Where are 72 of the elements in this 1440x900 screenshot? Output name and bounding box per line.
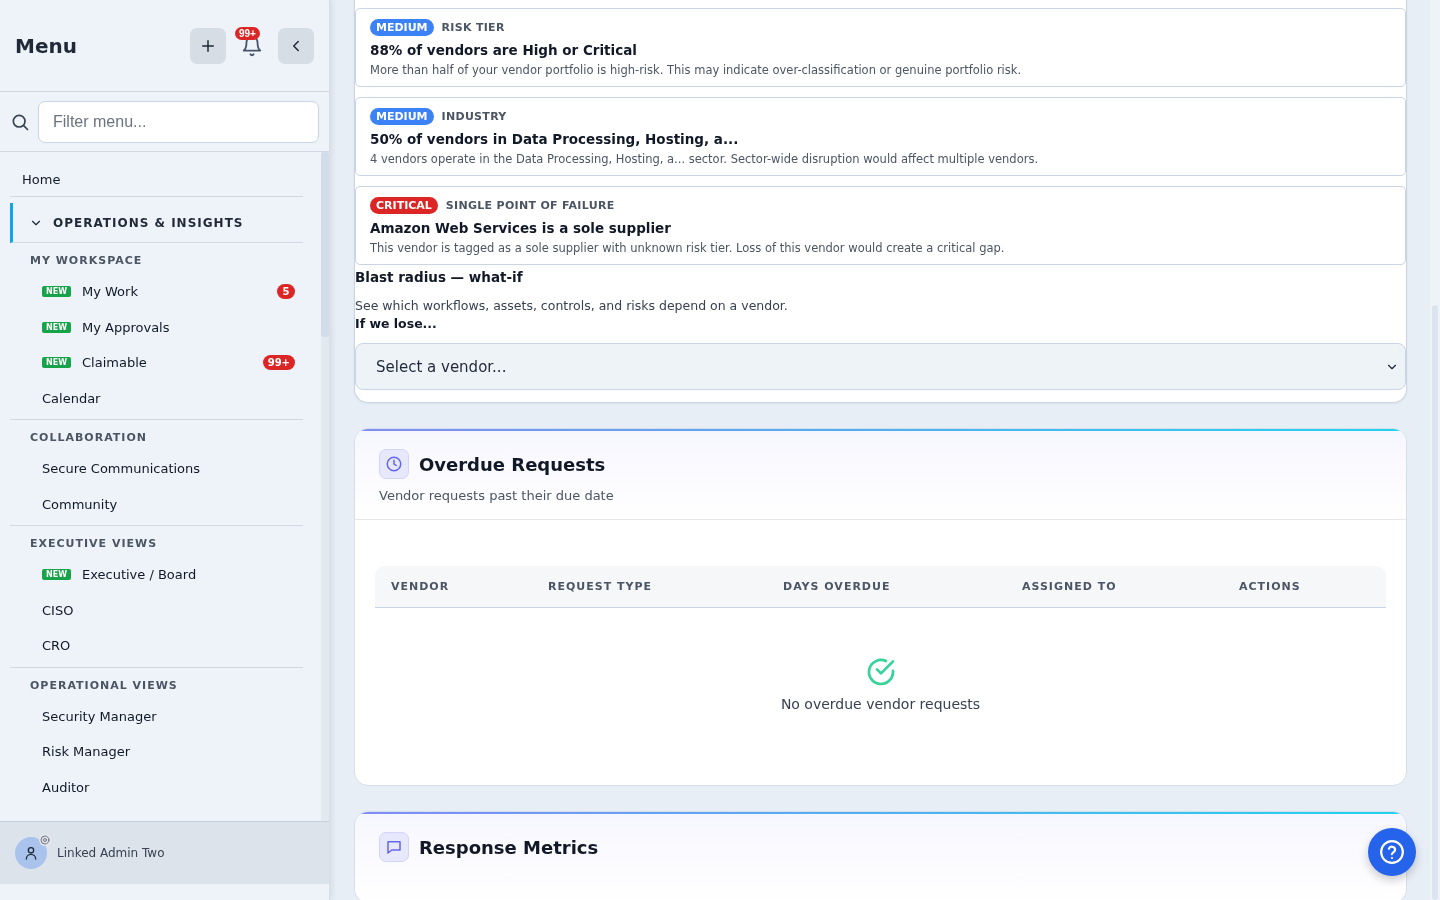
- insight-title: 50% of vendors in Data Processing, Hosting, a...: [370, 131, 740, 147]
- column-header: REQUEST TYPE: [548, 580, 654, 593]
- insight-category: INDUSTRY: [441, 110, 507, 123]
- clock-icon: [379, 449, 409, 479]
- nav-item[interactable]: Risk Manager: [10, 734, 303, 770]
- menu-title: Menu: [15, 33, 77, 58]
- column-header: ACTIONS: [1239, 580, 1302, 593]
- nav-item-label: Community: [42, 496, 119, 512]
- nav-item[interactable]: Secure Communications: [10, 451, 303, 487]
- scrollbar[interactable]: [321, 152, 329, 821]
- section-heading: COLLABORATION: [29, 430, 148, 446]
- user-name: Linked Admin Two: [57, 846, 165, 860]
- nav-item[interactable]: NEW Claimable 99+: [10, 345, 303, 381]
- section-description: See which workflows, assets, controls, and risks depend on a vendor.: [355, 298, 789, 313]
- nav-item[interactable]: NEW My Work 5: [10, 274, 303, 310]
- nav-item[interactable]: CISO: [10, 592, 303, 628]
- nav-item[interactable]: Auditor: [10, 769, 303, 805]
- nav-item[interactable]: Calendar: [10, 380, 303, 416]
- nav-item-label: CRO: [42, 638, 72, 654]
- column-header: VENDOR: [391, 580, 451, 593]
- search-field[interactable]: Filter menu...: [38, 100, 319, 143]
- nav-item[interactable]: NEW Executive / Board: [10, 557, 303, 593]
- column-header: DAYS OVERDUE: [783, 580, 892, 593]
- severity-badge: CRITICAL: [370, 197, 438, 214]
- empty-message: No overdue vendor requests: [780, 696, 981, 712]
- insight-category: SINGLE POINT OF FAILURE: [445, 199, 615, 212]
- group-header[interactable]: OPERATIONS & INSIGHTS: [10, 203, 303, 243]
- section-title: Blast radius — what-if: [355, 269, 524, 285]
- nav-item-label: My Work: [82, 284, 139, 300]
- section-heading: OPERATIONAL VIEWS: [29, 677, 179, 694]
- card-title: Response Metrics: [419, 836, 599, 858]
- new-badge: NEW: [42, 286, 71, 298]
- section-heading: EXECUTIVE VIEWS: [29, 536, 159, 552]
- card-title: Overdue Requests: [419, 453, 606, 475]
- insight-title: Amazon Web Services is a sole supplier: [370, 220, 672, 236]
- nav-item[interactable]: Community: [10, 486, 303, 522]
- insight-title: 88% of vendors are High or Critical: [370, 42, 638, 58]
- vendor-select[interactable]: Select a vendor...: [355, 343, 1406, 390]
- severity-badge: MEDIUM: [370, 108, 434, 125]
- notification-badge: 99+: [235, 26, 260, 40]
- insight-description: This vendor is tagged as a sole supplier with unknown risk tier. Loss of this vendor would create a critical gap.: [370, 241, 1006, 255]
- nav-item-label: My Approvals: [82, 319, 171, 335]
- nav-item-label: Calendar: [42, 390, 102, 406]
- column-header: ASSIGNED TO: [1022, 580, 1118, 593]
- nav-item-label: Auditor: [42, 779, 91, 795]
- section-heading: MY WORKSPACE: [29, 253, 144, 269]
- nav-item-label: CISO: [42, 602, 75, 618]
- severity-badge: MEDIUM: [370, 19, 434, 36]
- nav-item[interactable]: NEW My Approvals: [10, 309, 303, 345]
- new-badge: NEW: [42, 321, 71, 333]
- nav-item-label: Executive / Board: [82, 567, 198, 583]
- new-badge: NEW: [42, 357, 71, 369]
- message-icon: [379, 832, 409, 862]
- count-badge: 5: [277, 284, 295, 300]
- insight-category: RISK TIER: [441, 21, 505, 34]
- help-icon: [1379, 839, 1405, 865]
- nav-item-label: Secure Communications: [42, 461, 202, 477]
- field-label: If we lose...: [355, 316, 438, 331]
- insight-description: 4 vendors operate in the Data Processing, Hosting, a... sector. Sector-wide disruption would affect multiple vendors.: [370, 152, 1040, 166]
- nav-item[interactable]: CRO: [10, 628, 303, 664]
- nav-item-label: Security Manager: [42, 708, 158, 724]
- nav-item-label: Risk Manager: [42, 744, 132, 760]
- gear-icon: [39, 834, 51, 846]
- nav-item-label: Claimable: [82, 355, 148, 371]
- card-subtitle: Vendor requests past their due date: [379, 488, 615, 503]
- person-icon: [23, 845, 39, 861]
- add-button[interactable]: [190, 27, 226, 64]
- count-badge: 99+: [262, 355, 295, 371]
- insight-description: More than half of your vendor portfolio is high-risk. This may indicate over-classification or genuine portfolio risk.: [370, 63, 1023, 77]
- new-badge: NEW: [42, 569, 71, 581]
- nav-item[interactable]: Security Manager: [10, 698, 303, 734]
- nav-item[interactable]: Home: [10, 162, 303, 197]
